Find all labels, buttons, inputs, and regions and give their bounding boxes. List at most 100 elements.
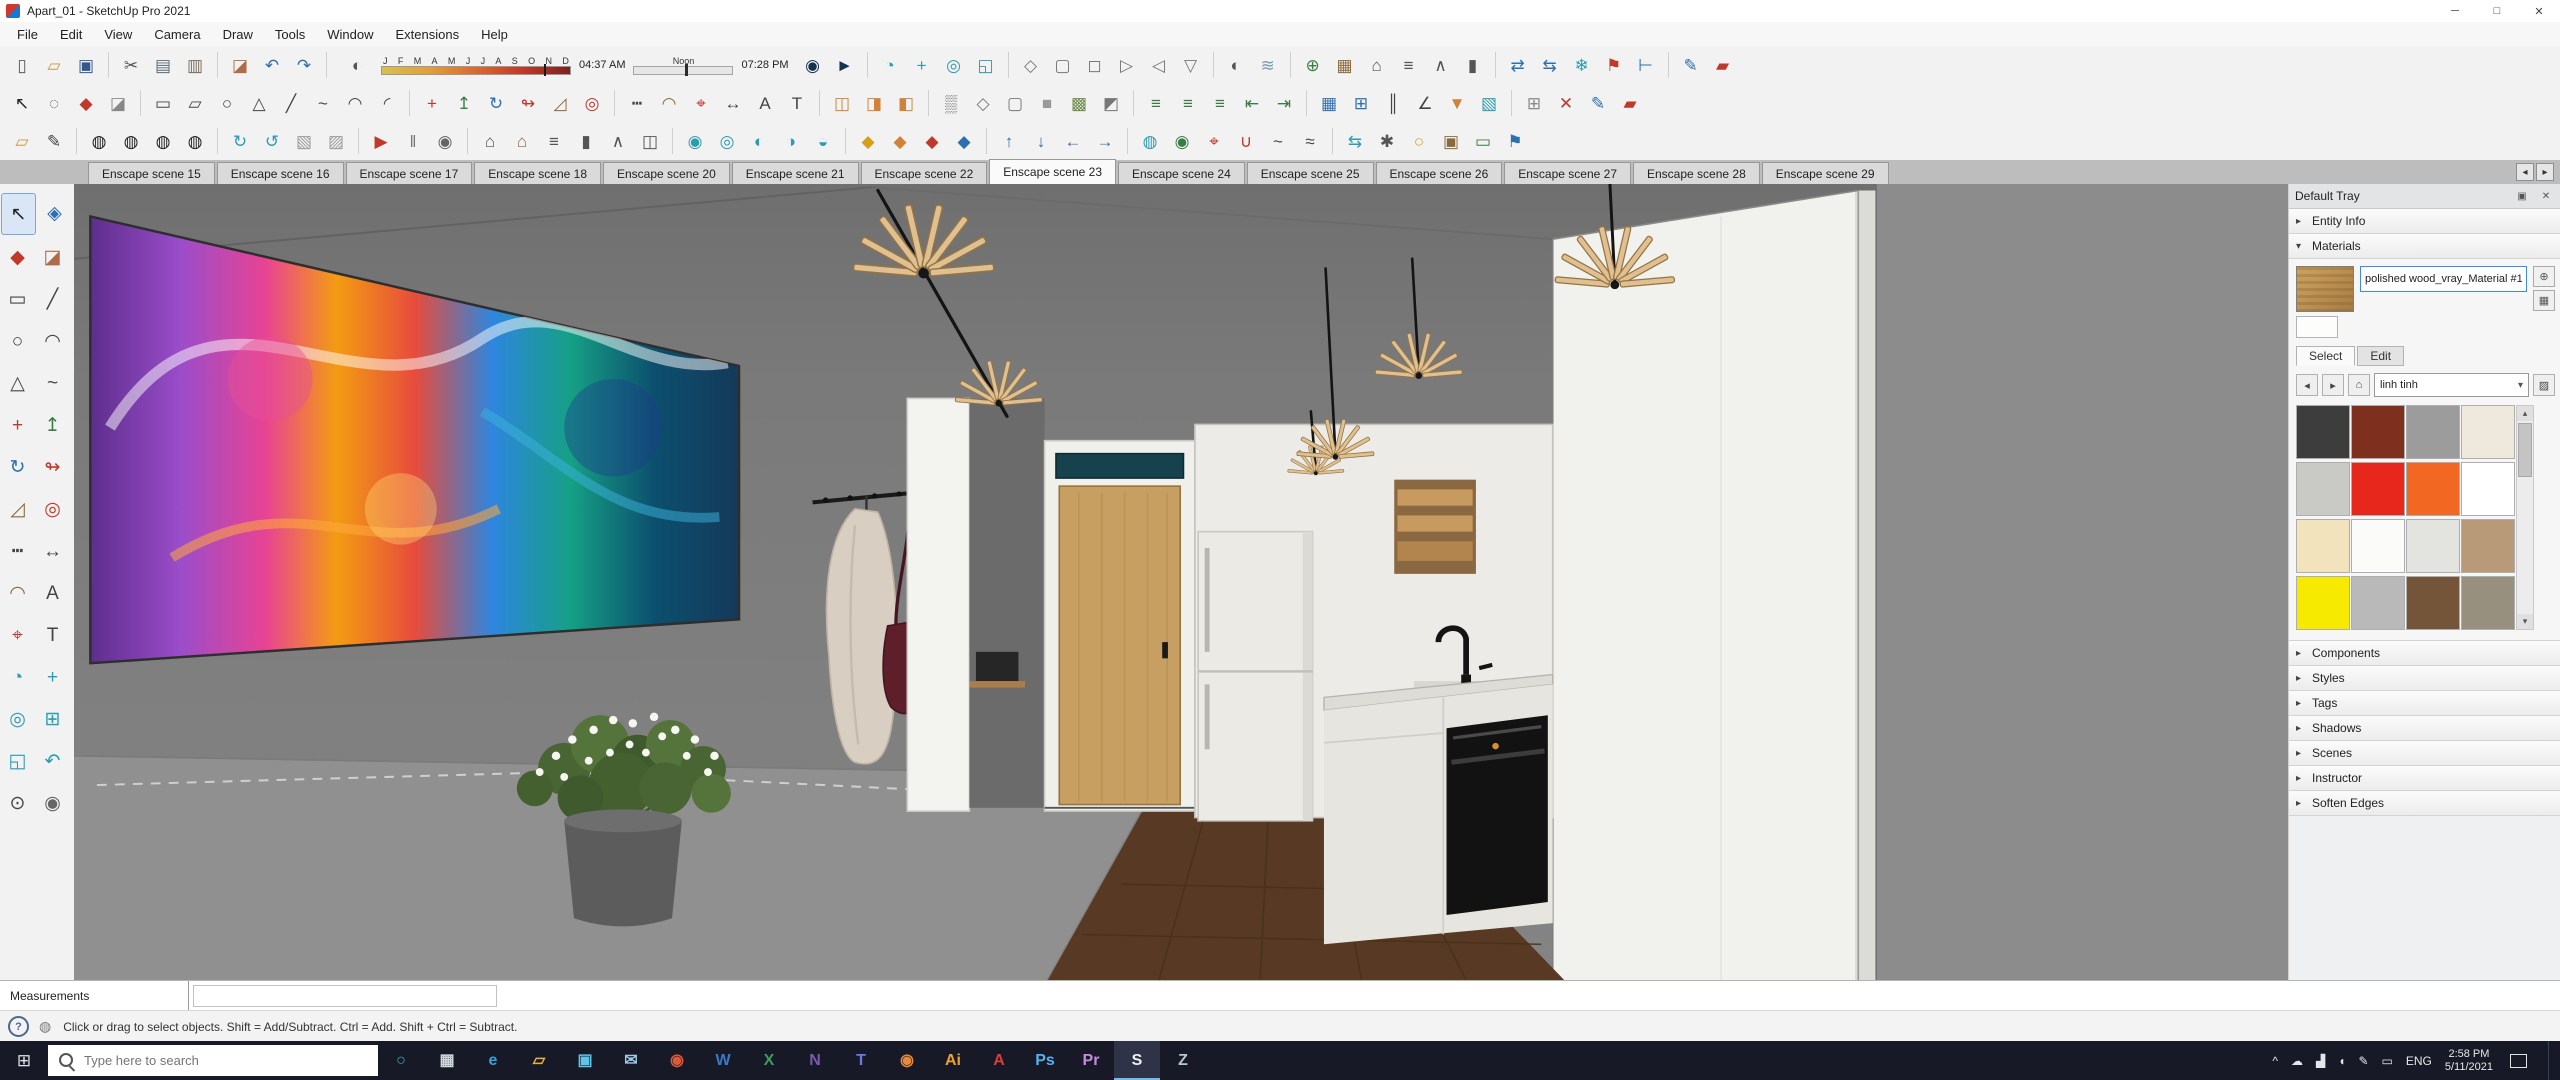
back-view-button[interactable]: ◁ (1144, 50, 1174, 80)
loop-select-3-button[interactable]: ◍ (148, 126, 178, 156)
scene-tab-enscape-scene-20[interactable]: Enscape scene 20 (603, 162, 730, 184)
section-instructor[interactable]: ▸ Instructor (2289, 766, 2560, 791)
freeze-tool-button[interactable]: ❄ (1567, 50, 1597, 80)
scroll-up-icon[interactable]: ▴ (2517, 406, 2533, 421)
rotate-cw-button[interactable]: ↻ (225, 126, 255, 156)
scene-tab-enscape-scene-28[interactable]: Enscape scene 28 (1633, 162, 1760, 184)
rotate-button[interactable]: ↻ (1, 447, 34, 487)
menu-extensions[interactable]: Extensions (385, 22, 471, 46)
section-tags[interactable]: ▸ Tags (2289, 691, 2560, 716)
language-indicator[interactable]: ENG (2406, 1054, 2432, 1068)
xray-mode-button[interactable]: ▒ (936, 88, 966, 118)
illustrator-taskbar-button[interactable]: Ai (930, 1041, 976, 1080)
hidden-icons-icon[interactable]: ^ (2272, 1054, 2278, 1068)
play-animation-button[interactable]: ▶ (366, 126, 396, 156)
paste-button[interactable]: ▥ (180, 50, 210, 80)
previous-view-button[interactable]: ↶ (36, 741, 69, 781)
zoom-window-button[interactable]: ⊞ (36, 699, 69, 739)
scene-tab-enscape-scene-22[interactable]: Enscape scene 22 (860, 162, 988, 184)
pie-arc-button[interactable]: ◜ (372, 88, 402, 118)
building-tool-button[interactable]: ⌂ (1362, 50, 1392, 80)
help-icon[interactable]: ? (8, 1016, 29, 1037)
grid-tool-button[interactable]: ⊞ (1346, 88, 1376, 118)
cortana-taskbar-button[interactable]: ○ (378, 1041, 424, 1080)
align-left-button[interactable]: ≡ (1141, 88, 1171, 118)
onenote-taskbar-button[interactable]: N (792, 1041, 838, 1080)
wireframe-mode-button[interactable]: ◇ (968, 88, 998, 118)
date-slider-bar[interactable] (381, 63, 571, 76)
menu-draw[interactable]: Draw (212, 22, 264, 46)
scene-tab-enscape-scene-23[interactable]: Enscape scene 23 (989, 159, 1116, 184)
axes-button[interactable]: ⌖ (1, 615, 34, 655)
paint-bucket-button[interactable]: ◆ (71, 88, 101, 118)
loop-select-2-button[interactable]: ◍ (116, 126, 146, 156)
scene-tab-enscape-scene-21[interactable]: Enscape scene 21 (731, 162, 859, 184)
tape-measure-button[interactable]: ┅ (1, 531, 34, 571)
volume-icon[interactable]: ◖ (2338, 1054, 2345, 1068)
scale-button[interactable]: ◿ (545, 88, 575, 118)
material-swatch[interactable] (2461, 462, 2515, 516)
move-button[interactable]: + (1, 405, 34, 445)
measure-area-button[interactable]: ▭ (1468, 126, 1498, 156)
weld-edges-button[interactable]: ~ (1263, 126, 1293, 156)
zoom-tool-button[interactable]: ◎ (939, 50, 969, 80)
scene-tab-enscape-scene-17[interactable]: Enscape scene 17 (345, 162, 473, 184)
section-display-button[interactable]: ◨ (859, 88, 889, 118)
push-pull-button[interactable]: ↥ (36, 405, 69, 445)
textured-mode-button[interactable]: ▩ (1064, 88, 1094, 118)
shadow-toggle-button[interactable]: ◐ (342, 50, 372, 80)
enscape-render-button[interactable]: ◉ (798, 50, 828, 80)
swatch-scrollbar[interactable]: ▴ ▾ (2516, 405, 2534, 630)
checker-material-button[interactable]: ▦ (1314, 88, 1344, 118)
shadows-display-button[interactable]: ◐ (1221, 50, 1251, 80)
roof-tool-button[interactable]: ∧ (1426, 50, 1456, 80)
line-button[interactable]: ╱ (36, 279, 69, 319)
material-swatch[interactable] (2296, 405, 2350, 459)
new-file-button[interactable]: ▯ (7, 50, 37, 80)
tabs-scroll-left-button[interactable]: ◂ (2516, 163, 2534, 181)
onedrive-icon[interactable]: ☁ (2291, 1054, 2303, 1068)
teams-taskbar-button[interactable]: T (838, 1041, 884, 1080)
material-swatch[interactable] (2461, 576, 2515, 630)
open-folder-button[interactable]: ▱ (39, 50, 69, 80)
chrome-taskbar-button[interactable]: ◉ (654, 1041, 700, 1080)
arrow-down-button[interactable]: ↓ (1026, 126, 1056, 156)
secondary-pane-button[interactable]: ▦ (2533, 290, 2555, 311)
3d-text-button[interactable]: T (36, 615, 69, 655)
undo-button[interactable]: ↶ (257, 50, 287, 80)
menu-camera[interactable]: Camera (143, 22, 211, 46)
puzzle-component-button[interactable]: ▣ (1436, 126, 1466, 156)
tape-measure-button[interactable]: ┅ (622, 88, 652, 118)
eraser-button[interactable]: ◪ (225, 50, 255, 80)
solid-union-button[interactable]: ◉ (680, 126, 710, 156)
scroll-thumb[interactable] (2518, 423, 2532, 477)
table-grid-button[interactable]: ⊞ (1519, 88, 1549, 118)
menu-help[interactable]: Help (470, 22, 519, 46)
pen-icon[interactable]: ✎ (2358, 1054, 2368, 1068)
select-button[interactable]: ↖ (1, 193, 36, 235)
section-fill-button[interactable]: ◧ (891, 88, 921, 118)
distribute-v-button[interactable]: ⇥ (1269, 88, 1299, 118)
file-explorer-taskbar-button[interactable]: ▱ (516, 1041, 562, 1080)
excel-taskbar-button[interactable]: X (746, 1041, 792, 1080)
arc-button[interactable]: ◠ (340, 88, 370, 118)
rectangle-button[interactable]: ▭ (148, 88, 178, 118)
menu-tools[interactable]: Tools (264, 22, 316, 46)
solid-split-button[interactable]: ◒ (808, 126, 838, 156)
align-center-button[interactable]: ≡ (1173, 88, 1203, 118)
time-slider-bar[interactable] (633, 63, 734, 76)
arrow-left-button[interactable]: ← (1058, 126, 1088, 156)
text-tool-button[interactable]: A (750, 88, 780, 118)
eraser-button[interactable]: ◪ (36, 237, 69, 277)
blue-pencil-button[interactable]: ✎ (1583, 88, 1613, 118)
start-button[interactable]: ⊞ (0, 1041, 48, 1080)
task-view-taskbar-button[interactable]: ▦ (424, 1041, 470, 1080)
shadow-time-slider[interactable]: Noon (633, 56, 734, 76)
select-button[interactable]: ↖ (7, 88, 37, 118)
material-swatch[interactable] (2406, 519, 2460, 573)
material-swatch[interactable] (2351, 462, 2405, 516)
scene-tab-enscape-scene-26[interactable]: Enscape scene 26 (1375, 162, 1503, 184)
zoom-extents-button[interactable]: ◱ (971, 50, 1001, 80)
zoom-taskbar-button[interactable]: Z (1160, 1041, 1206, 1080)
menu-file[interactable]: File (6, 22, 49, 46)
